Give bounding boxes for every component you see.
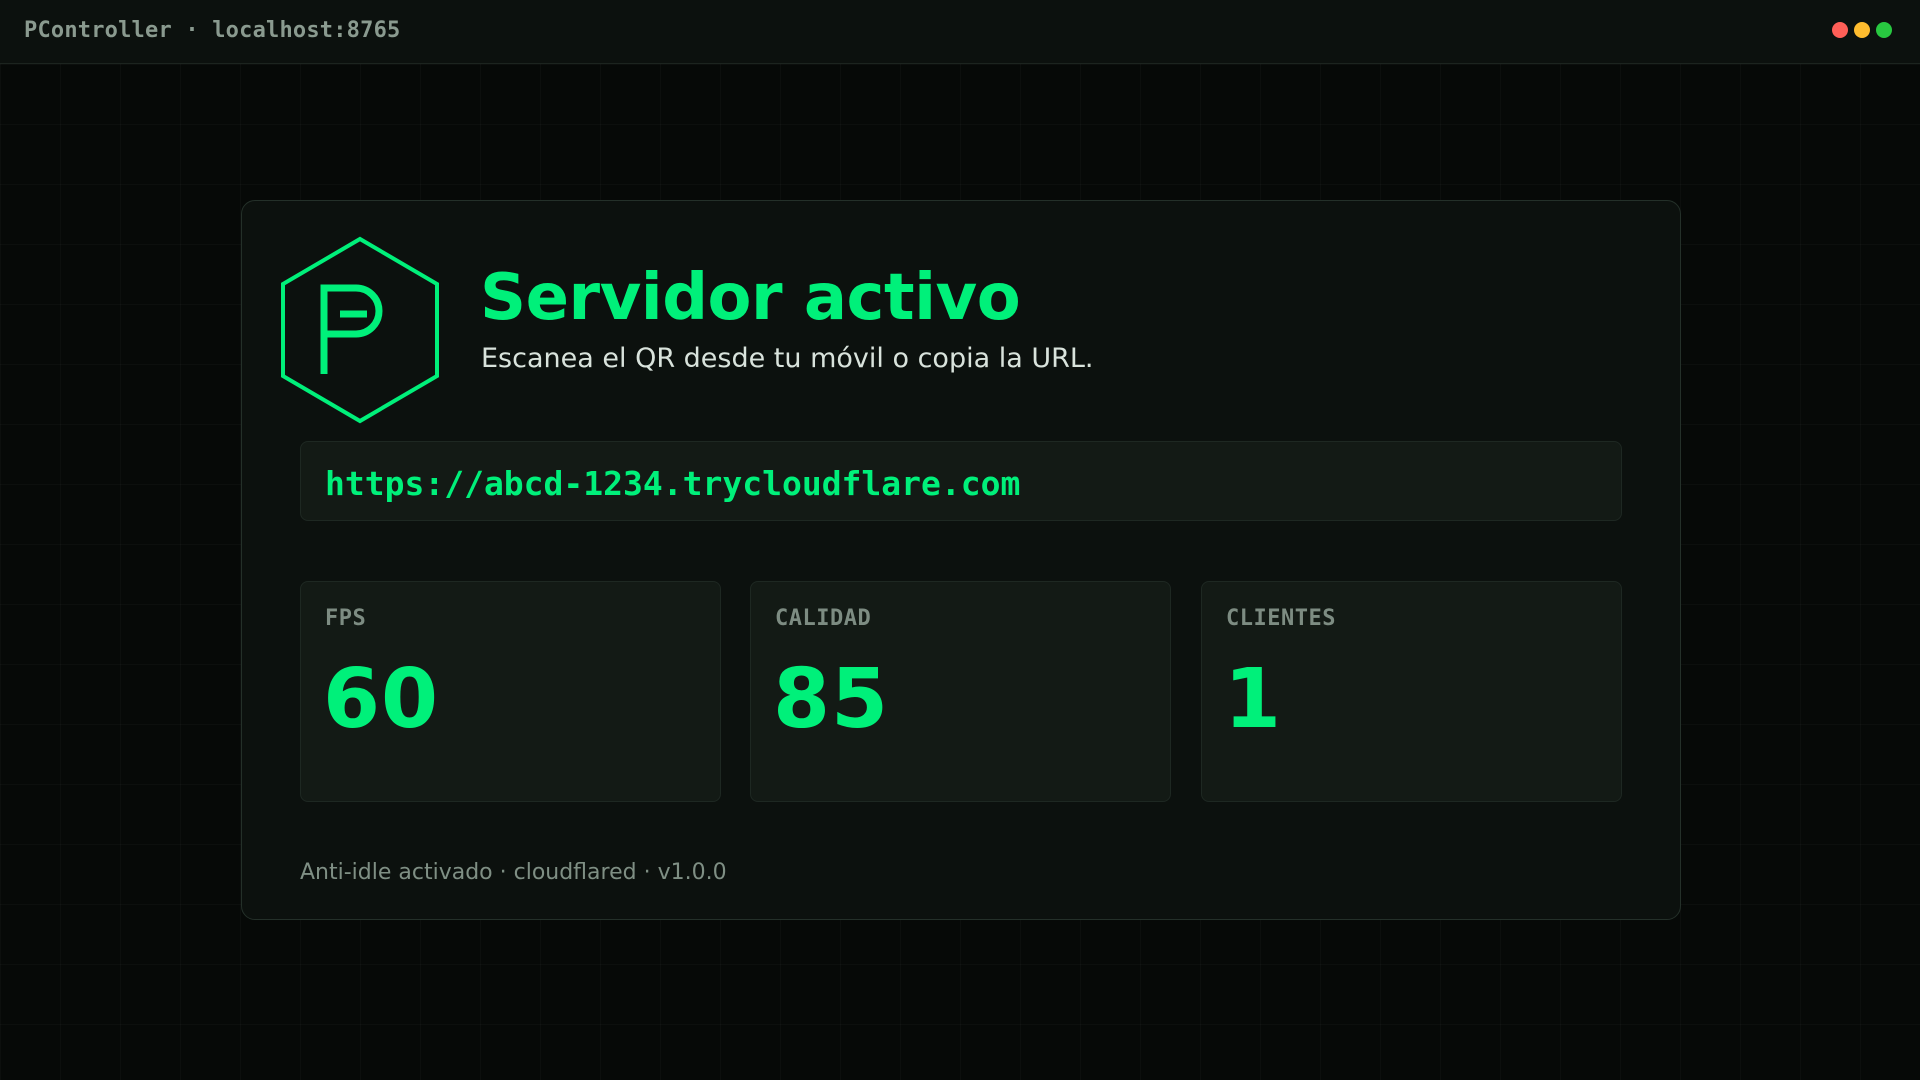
stat-value-fps: 60	[323, 652, 440, 747]
stat-card-calidad: CALIDAD 85	[750, 581, 1171, 802]
server-url-text[interactable]: https://abcd-1234.trycloudflare.com	[325, 464, 1020, 503]
stat-label-fps: FPS	[325, 606, 367, 631]
stat-label-clientes: CLIENTES	[1226, 606, 1336, 631]
minimize-window-button[interactable]	[1854, 22, 1870, 38]
stat-label-calidad: CALIDAD	[775, 606, 872, 631]
page-title: Servidor activo	[480, 261, 1021, 335]
server-url-field[interactable]: https://abcd-1234.trycloudflare.com	[300, 441, 1622, 521]
status-footer: Anti-idle activado · cloudflared · v1.0.…	[300, 860, 727, 885]
maximize-window-button[interactable]	[1876, 22, 1892, 38]
server-status-card: Servidor activo Escanea el QR desde tu m…	[241, 200, 1681, 920]
stat-card-fps: FPS 60	[300, 581, 721, 802]
window-titlebar: PController · localhost:8765	[0, 0, 1920, 64]
window-controls	[1832, 22, 1892, 38]
close-window-button[interactable]	[1832, 22, 1848, 38]
window-title: PController · localhost:8765	[24, 18, 401, 43]
stat-value-calidad: 85	[773, 652, 890, 747]
hexagon-p-logo-icon	[281, 236, 439, 424]
stat-value-clientes: 1	[1224, 652, 1283, 747]
stat-card-clientes: CLIENTES 1	[1201, 581, 1622, 802]
page-subtitle: Escanea el QR desde tu móvil o copia la …	[481, 343, 1094, 374]
